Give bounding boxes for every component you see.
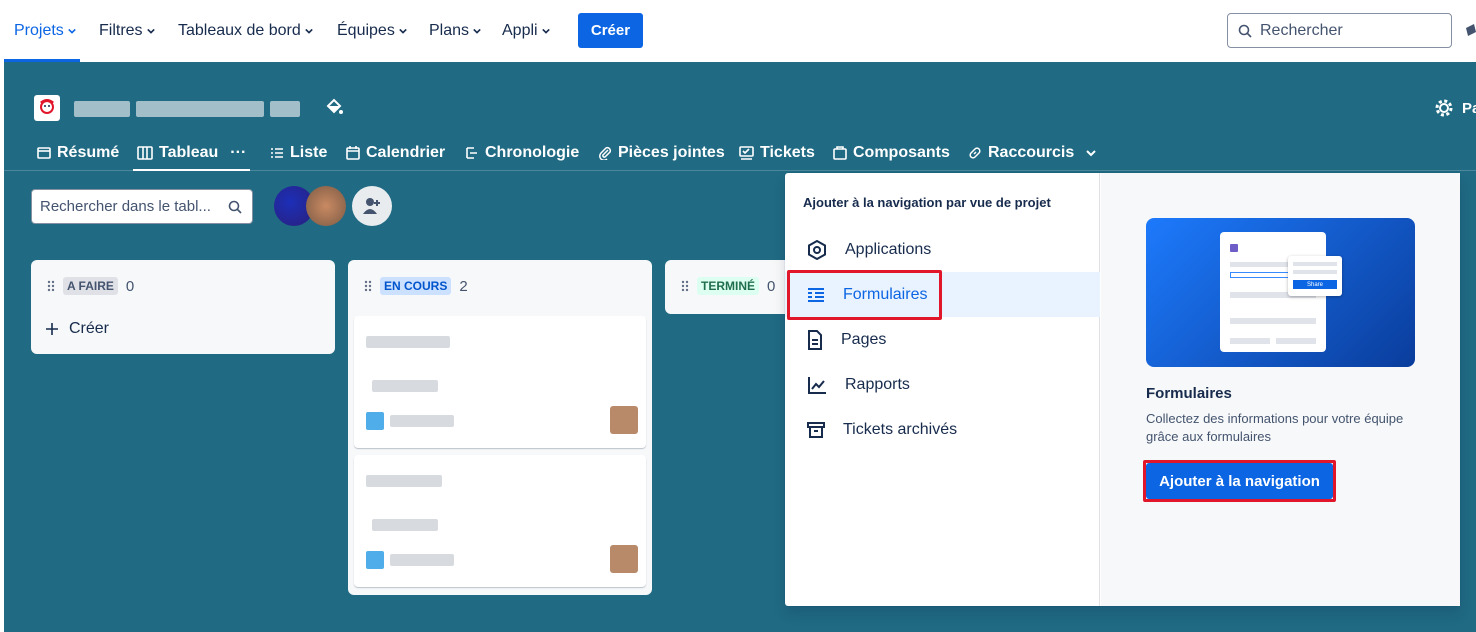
chevron-down-icon [68,28,76,34]
create-button[interactable]: Créer [578,13,643,48]
status-lozenge: A FAIRE [63,277,118,295]
status-lozenge: TERMINÉ [697,277,759,295]
add-view-popup: Ajouter à la navigation par vue de proje… [785,173,1460,606]
search-placeholder: Rechercher [1260,21,1343,39]
calendar-icon [346,146,360,160]
project-tabs: Résumé Tableau ··· Liste Calendrier Chro… [4,132,1476,237]
board-search-input[interactable]: Rechercher dans le tabl... [31,189,253,224]
tabs-divider [4,170,1476,171]
settings-label[interactable]: Pa [1462,100,1476,117]
menu-item-pages[interactable]: Pages [785,317,1100,362]
add-people-button[interactable] [352,186,392,226]
issue-type-icon [366,412,384,430]
issue-card[interactable] [354,455,646,587]
tab-liste[interactable]: Liste [270,143,327,163]
menu-item-tickets-archives[interactable]: Tickets archivés [785,407,1100,452]
tab-more-button[interactable]: ··· [230,144,246,162]
tab-tickets[interactable]: Tickets [739,143,815,163]
chevron-down-icon [1086,150,1096,157]
nav-tableaux-de-bord[interactable]: Tableaux de bord [178,20,313,42]
list-icon [271,148,283,158]
column-header: TERMINÉ 0 [681,277,775,295]
tab-pieces-jointes[interactable]: Pièces jointes [598,143,725,163]
column-header: A FAIRE 0 [47,277,134,295]
highlight-box [1143,460,1336,502]
issue-type-icon [366,551,384,569]
assignee-avatar[interactable] [610,406,638,434]
tickets-icon [739,146,754,160]
tab-composants[interactable]: Composants [833,143,950,163]
menu-item-rapports[interactable]: Rapports [785,362,1100,407]
drag-handle-icon[interactable] [47,280,55,292]
chevron-down-icon [146,28,155,34]
board-search-placeholder: Rechercher dans le tabl... [40,198,211,215]
archive-icon [807,421,825,438]
issue-count: 2 [459,277,468,295]
nav-appli[interactable]: Appli [502,20,550,42]
popup-heading: Ajouter à la navigation par vue de proje… [803,195,1051,210]
global-search-input[interactable]: Rechercher [1227,13,1452,48]
add-user-icon [363,198,380,214]
issue-count: 0 [125,277,135,295]
issue-card[interactable] [354,316,646,448]
status-lozenge: EN COURS [380,277,452,295]
link-icon [969,147,981,159]
search-icon [1238,24,1252,38]
tab-resume[interactable]: Résumé [37,143,119,163]
chevron-down-icon [399,28,407,34]
tab-chronologie[interactable]: Chronologie [465,143,579,163]
tab-calendrier[interactable]: Calendrier [346,143,445,163]
nav-projets[interactable]: Projets [14,20,76,42]
applications-icon [808,239,826,260]
board-column-in-progress: EN COURS 2 [348,260,652,595]
share-button-illustration: Share [1293,280,1337,289]
chevron-down-icon [541,28,550,34]
attachment-icon [599,146,612,160]
avatar[interactable] [306,186,346,226]
search-icon [228,200,242,214]
preview-description: Collectez des informations pour votre éq… [1146,411,1404,444]
forms-illustration: Share [1146,218,1415,367]
drag-handle-icon[interactable] [681,280,689,292]
highlight-box [787,270,942,320]
components-icon [833,146,847,160]
nav-filtres[interactable]: Filtres [99,20,155,42]
nav-equipes[interactable]: Équipes [337,20,407,42]
menu-item-applications[interactable]: Applications [785,227,1100,272]
timeline-icon [466,147,477,159]
board-icon [137,146,153,160]
pages-icon [808,329,822,350]
create-issue-button[interactable]: Créer [45,320,109,338]
paint-bucket-icon[interactable] [324,97,344,119]
column-header: EN COURS 2 [364,277,468,295]
tab-raccourcis[interactable]: Raccourcis [968,143,1096,163]
nav-plans[interactable]: Plans [429,20,481,42]
view-list: Ajouter à la navigation par vue de proje… [785,173,1100,606]
summary-icon [37,147,51,159]
assignee-avatar[interactable] [610,545,638,573]
notification-icon[interactable] [1464,22,1476,40]
project-logo-icon [40,99,54,114]
chevron-down-icon [304,28,313,34]
reports-icon [808,376,826,394]
issue-count: 0 [767,277,776,295]
view-preview-panel: Share Formulaires Collectez des informat… [1101,173,1460,606]
gear-icon[interactable] [1433,97,1455,119]
top-navigation: Projets Filtres Tableaux de bord Équipes… [0,0,1476,62]
tab-tableau[interactable]: Tableau ··· [137,143,246,163]
plus-icon [46,323,58,335]
preview-title: Formulaires [1146,385,1232,402]
project-title-redacted [74,99,306,119]
drag-handle-icon[interactable] [364,280,372,292]
project-avatar [34,95,60,121]
board-column-todo: A FAIRE 0 Créer [31,260,335,354]
chevron-down-icon [473,28,481,34]
